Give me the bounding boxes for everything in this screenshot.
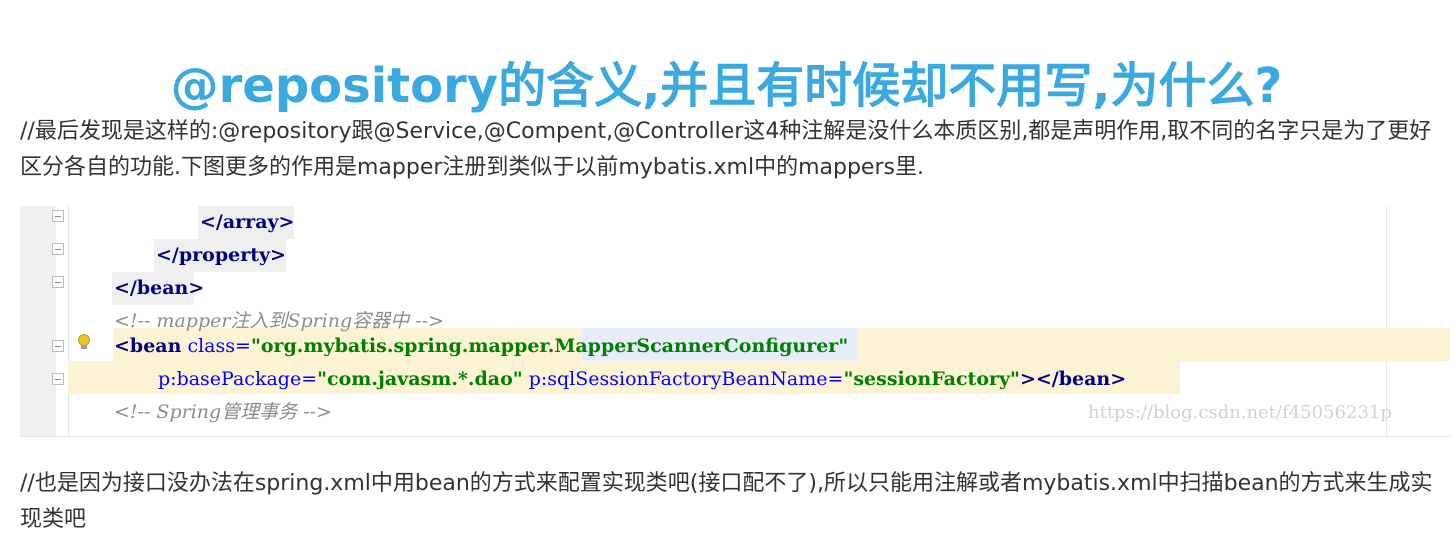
code-screenshot: </array> </property> </bean> <!-- mapper… <box>20 206 1450 437</box>
intro-paragraph: //最后发现是这样的:@repository跟@Service,@Compent… <box>20 119 1432 180</box>
fold-column <box>56 206 69 436</box>
outro-paragraph: //也是因为接口没办法在spring.xml中用bean的方式来配置实现类吧(接… <box>20 471 1433 532</box>
fold-marker-icon[interactable] <box>52 243 64 255</box>
page-title: @repository的含义,并且有时候却不用写,为什么? <box>170 58 1283 115</box>
watermark: https://blog.csdn.net/f45056231p <box>1088 402 1392 423</box>
fold-marker-icon[interactable] <box>52 210 64 222</box>
editor-gutter <box>20 206 56 436</box>
code-line-5: <bean class="org.mybatis.spring.mapper.M… <box>114 335 849 357</box>
code-line-3: </bean> <box>114 277 205 299</box>
code-line-7: <!-- Spring管理事务 --> <box>114 401 332 423</box>
code-line-2: </property> <box>156 244 286 266</box>
lightbulb-icon[interactable] <box>78 334 90 349</box>
fold-marker-icon[interactable] <box>52 276 64 288</box>
code-line-1: </array> <box>200 211 295 233</box>
fold-marker-icon[interactable] <box>52 340 64 352</box>
code-line-6: p:basePackage="com.javasm.*.dao" p:sqlSe… <box>158 368 1127 390</box>
fold-marker-icon[interactable] <box>52 373 64 385</box>
